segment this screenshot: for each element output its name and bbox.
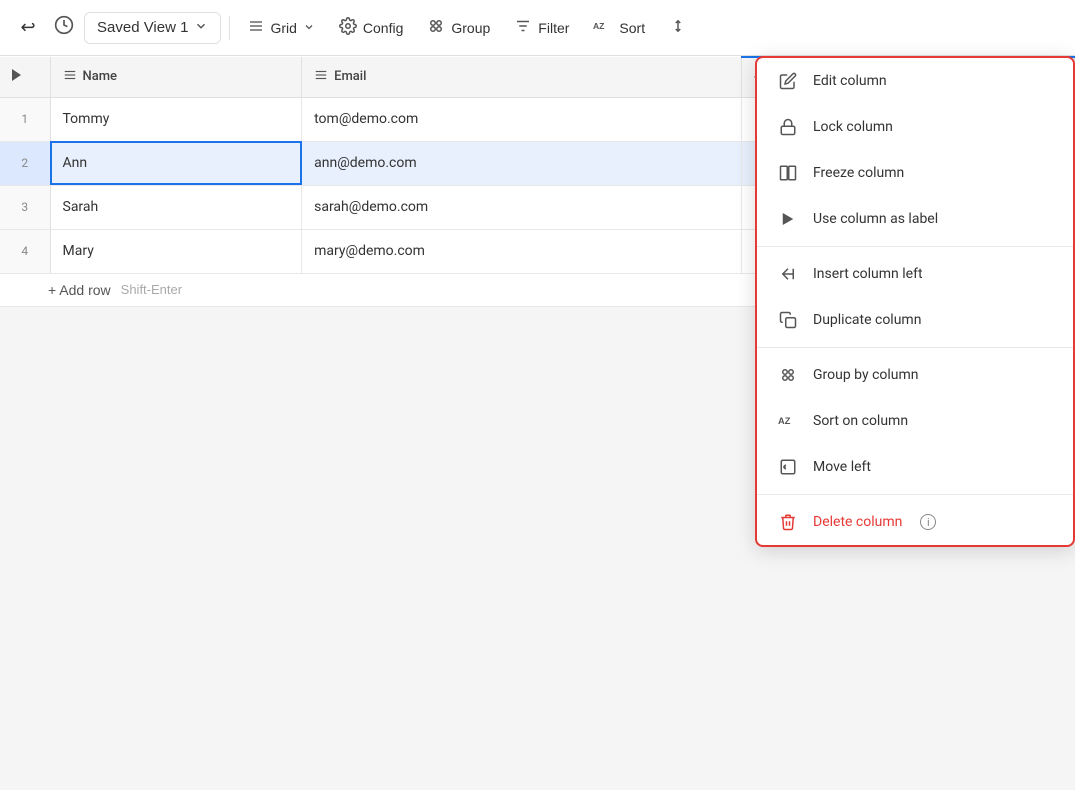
config-icon bbox=[339, 17, 357, 38]
menu-item-duplicate[interactable]: Duplicate column bbox=[757, 297, 1073, 343]
freeze-column-label: Freeze column bbox=[813, 165, 904, 181]
info-icon: i bbox=[920, 514, 936, 530]
cell-ann-email[interactable]: ann@demo.com bbox=[302, 141, 742, 185]
undo-icon: ↩ bbox=[20, 17, 35, 38]
cell-sarah-email[interactable]: sarah@demo.com bbox=[302, 185, 742, 229]
config-button[interactable]: Config bbox=[329, 11, 413, 44]
config-label: Config bbox=[363, 20, 403, 36]
cell-mary-email[interactable]: mary@demo.com bbox=[302, 229, 742, 273]
add-row-shortcut: Shift-Enter bbox=[121, 282, 182, 297]
row-num-1: 1 bbox=[0, 97, 50, 141]
email-col-icon bbox=[314, 68, 328, 86]
menu-item-freeze-column[interactable]: Freeze column bbox=[757, 150, 1073, 196]
grid-container: Name Email bbox=[0, 56, 1075, 790]
select-all-arrow bbox=[12, 69, 21, 81]
column-header-name[interactable]: Name bbox=[50, 57, 302, 97]
name-col-icon bbox=[63, 68, 77, 86]
insert-left-icon bbox=[777, 263, 799, 285]
svg-text:AZ: AZ bbox=[593, 21, 604, 31]
menu-divider-3 bbox=[757, 494, 1073, 495]
lock-column-label: Lock column bbox=[813, 119, 893, 135]
cell-tommy-name[interactable]: Tommy bbox=[50, 97, 302, 141]
menu-item-group-by[interactable]: Group by column bbox=[757, 352, 1073, 398]
edit-column-label: Edit column bbox=[813, 73, 887, 89]
toolbar-divider-1 bbox=[229, 16, 230, 40]
duplicate-icon bbox=[777, 309, 799, 331]
row-num-header bbox=[0, 57, 50, 97]
saved-view-label: Saved View 1 bbox=[97, 19, 188, 36]
history-button[interactable] bbox=[48, 12, 80, 44]
row-num-4: 4 bbox=[0, 229, 50, 273]
group-by-label: Group by column bbox=[813, 367, 919, 383]
undo-button[interactable]: ↩ bbox=[12, 12, 44, 44]
move-left-label: Move left bbox=[813, 459, 871, 475]
sort-az-icon: AZ bbox=[593, 18, 613, 37]
cell-mary-name[interactable]: Mary bbox=[50, 229, 302, 273]
grid-label: Grid bbox=[270, 20, 296, 36]
group-icon bbox=[427, 17, 445, 38]
grid-lines-icon bbox=[248, 18, 264, 37]
grid-dropdown-icon bbox=[303, 20, 315, 36]
group-by-icon bbox=[777, 364, 799, 386]
menu-divider-1 bbox=[757, 246, 1073, 247]
adjust-button[interactable] bbox=[659, 11, 697, 44]
sort-az-menu-icon: AZ bbox=[777, 410, 799, 432]
filter-icon bbox=[514, 17, 532, 38]
name-col-label: Name bbox=[83, 69, 118, 84]
dropdown-icon bbox=[194, 19, 208, 37]
svg-text:AZ: AZ bbox=[778, 416, 791, 426]
menu-item-use-as-label[interactable]: Use column as label bbox=[757, 196, 1073, 242]
cell-sarah-name[interactable]: Sarah bbox=[50, 185, 302, 229]
pencil-icon bbox=[777, 70, 799, 92]
group-label: Group bbox=[451, 20, 490, 36]
trash-icon bbox=[777, 511, 799, 533]
cell-ann-name[interactable]: Ann bbox=[50, 141, 302, 185]
context-menu: Edit column Lock column Freeze column bbox=[755, 56, 1075, 547]
cell-tommy-email[interactable]: tom@demo.com bbox=[302, 97, 742, 141]
lock-icon bbox=[777, 116, 799, 138]
toolbar: ↩ Saved View 1 Grid bbox=[0, 0, 1075, 56]
adjust-icon bbox=[669, 17, 687, 38]
duplicate-label: Duplicate column bbox=[813, 312, 921, 328]
sort-on-label: Sort on column bbox=[813, 413, 908, 429]
column-header-email[interactable]: Email bbox=[302, 57, 742, 97]
freeze-icon bbox=[777, 162, 799, 184]
add-row-label: + Add row bbox=[48, 282, 111, 298]
history-icon bbox=[54, 15, 74, 40]
arrow-right-bold-icon bbox=[777, 208, 799, 230]
filter-label: Filter bbox=[538, 20, 569, 36]
insert-left-label: Insert column left bbox=[813, 266, 923, 282]
sort-button[interactable]: AZ Sort bbox=[583, 12, 655, 43]
email-col-label: Email bbox=[334, 69, 366, 84]
saved-view-button[interactable]: Saved View 1 bbox=[84, 12, 221, 44]
menu-item-lock-column[interactable]: Lock column bbox=[757, 104, 1073, 150]
group-button[interactable]: Group bbox=[417, 11, 500, 44]
sort-label: Sort bbox=[619, 20, 645, 36]
menu-item-insert-left[interactable]: Insert column left bbox=[757, 251, 1073, 297]
menu-divider-2 bbox=[757, 347, 1073, 348]
menu-item-delete-column[interactable]: Delete column i bbox=[757, 499, 1073, 545]
filter-button[interactable]: Filter bbox=[504, 11, 579, 44]
move-left-icon bbox=[777, 456, 799, 478]
use-as-label-label: Use column as label bbox=[813, 211, 938, 227]
menu-item-edit-column[interactable]: Edit column bbox=[757, 58, 1073, 104]
menu-item-move-left[interactable]: Move left bbox=[757, 444, 1073, 490]
grid-button[interactable]: Grid bbox=[238, 12, 324, 43]
row-num-3: 3 bbox=[0, 185, 50, 229]
delete-column-label: Delete column bbox=[813, 514, 902, 530]
menu-item-sort-on[interactable]: AZ Sort on column bbox=[757, 398, 1073, 444]
row-num-2: 2 bbox=[0, 141, 50, 185]
